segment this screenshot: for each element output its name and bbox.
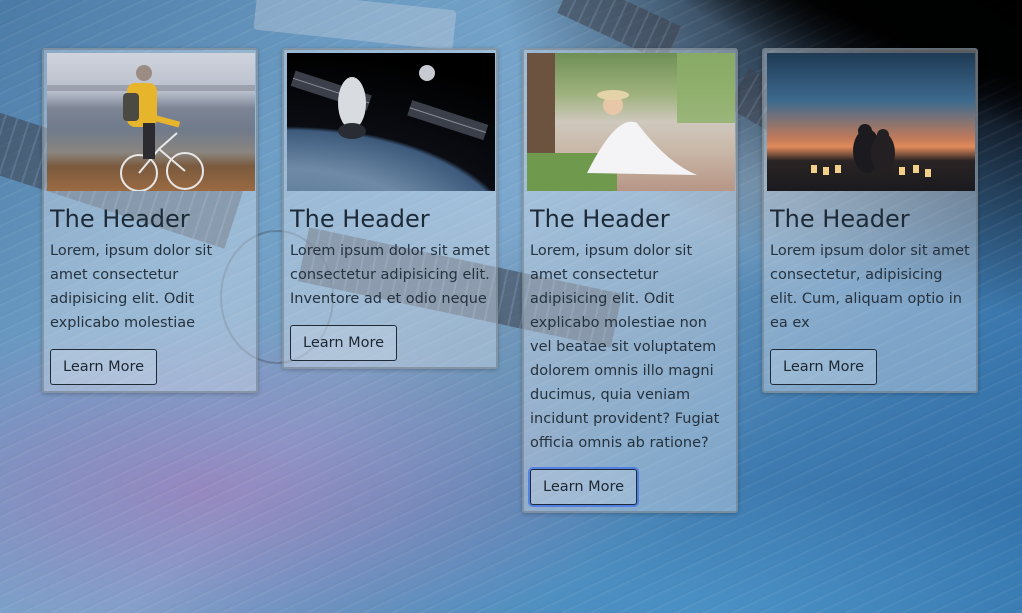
card-text: Lorem, ipsum dolor sit amet consectetur … bbox=[50, 243, 213, 331]
card-text: Lorem ipsum dolor sit amet consectetur a… bbox=[290, 243, 490, 307]
card-title: The Header bbox=[50, 205, 190, 233]
card-text: Lorem, ipsum dolor sit amet consectetur … bbox=[530, 243, 720, 451]
card-text: Lorem ipsum dolor sit amet consectetur, … bbox=[770, 243, 970, 331]
learn-more-button[interactable]: Learn More bbox=[770, 349, 878, 385]
learn-more-button[interactable]: Learn More bbox=[50, 349, 158, 385]
card-title: The Header bbox=[770, 205, 910, 233]
learn-more-button[interactable]: Learn More bbox=[530, 469, 638, 505]
card: The Header Lorem ipsum dolor sit amet co… bbox=[282, 48, 498, 369]
card-title: The Header bbox=[530, 205, 670, 233]
learn-more-button[interactable]: Learn More bbox=[290, 325, 398, 361]
card-image-cyclist bbox=[47, 53, 255, 191]
card-title: The Header bbox=[290, 205, 430, 233]
card-image-couple-sunset bbox=[767, 53, 975, 191]
card: The Header Lorem, ipsum dolor sit amet c… bbox=[522, 48, 738, 513]
card-image-woman-sitting bbox=[527, 53, 735, 191]
card: The Header Lorem, ipsum dolor sit amet c… bbox=[42, 48, 258, 393]
card: The Header Lorem ipsum dolor sit amet co… bbox=[762, 48, 978, 393]
card-image-space-station bbox=[287, 53, 495, 191]
card-grid: The Header Lorem, ipsum dolor sit amet c… bbox=[42, 48, 978, 513]
